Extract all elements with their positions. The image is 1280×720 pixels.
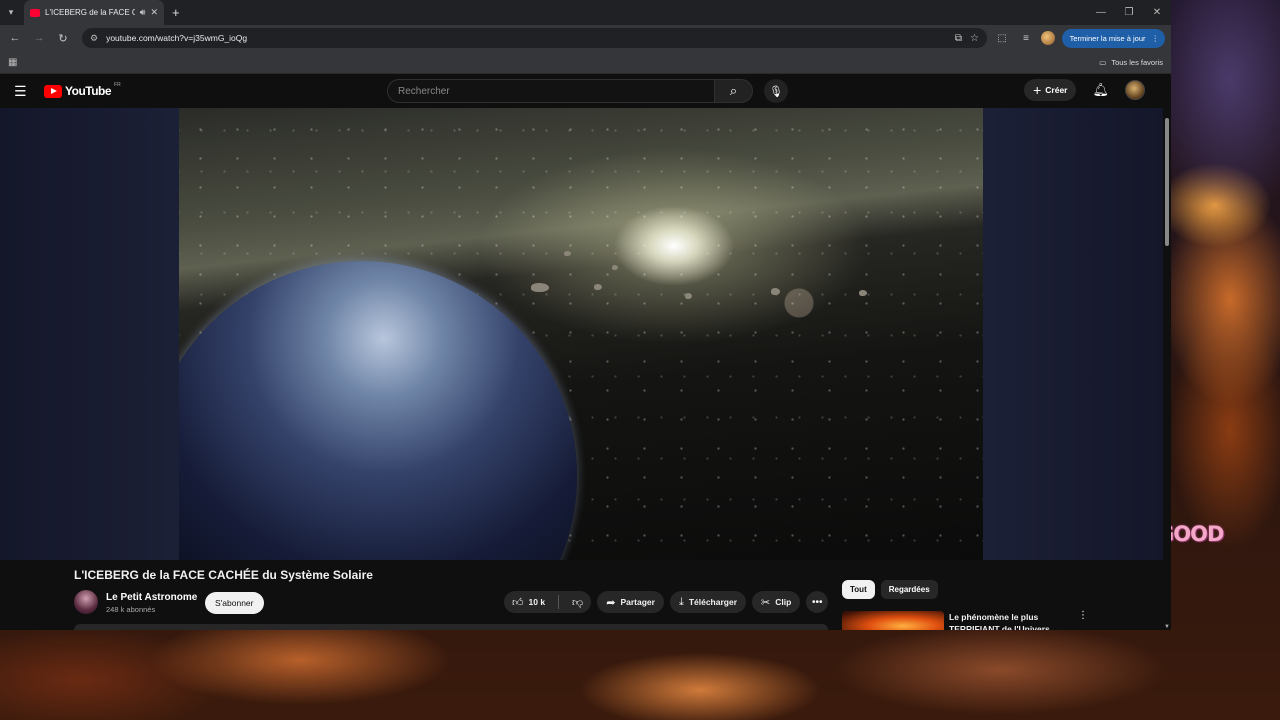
scrollbar-thumb[interactable] (1165, 118, 1169, 246)
dislike-button[interactable]: 👎︎ (564, 591, 591, 613)
asteroid (564, 251, 571, 256)
update-button[interactable]: Terminer la mise à jour ⋮ (1061, 28, 1165, 48)
tab-strip: ▾ L'ICEBERG de la FACE CACHÉE du Système… (0, 0, 1171, 25)
profile-icon[interactable] (1041, 31, 1055, 45)
chevron-down-icon[interactable]: ▾ (0, 0, 22, 25)
youtube-logo[interactable]: YouTube FR (44, 82, 121, 98)
recommendation-chips: Tout Regardées (842, 580, 938, 599)
clip-label: Clip (775, 597, 792, 607)
like-dislike-group: 👍︎ 10 k 👎︎ (504, 591, 592, 613)
recommended-title[interactable]: Le phénomène le plus TERRIFIANT de l'Uni… (949, 611, 1069, 630)
divider (558, 595, 560, 609)
arrow-left-icon[interactable]: ← (6, 32, 24, 44)
address-bar[interactable]: ⚙︎ youtube.com/watch?v=j35wmG_ioQg ⧉ ☆ (82, 28, 987, 48)
share-button[interactable]: ➦ Partager (597, 591, 664, 613)
scroll-down-arrow-icon[interactable]: ▼ (1163, 624, 1171, 630)
site-info-icon[interactable]: ⚙︎ (90, 33, 98, 44)
tab-title: L'ICEBERG de la FACE CACHÉE du Système S… (45, 8, 135, 17)
minimize-icon[interactable]: — (1087, 0, 1115, 25)
folder-icon: ▭ (1099, 57, 1107, 67)
search-bar: ⌕ 🎙︎ (387, 79, 788, 103)
search-icon[interactable]: ⌕ (714, 79, 753, 103)
ambient-glow-left (0, 108, 179, 560)
browser-window: ▾ L'ICEBERG de la FACE CACHÉE du Système… (0, 0, 1171, 630)
close-icon[interactable]: ✕ (150, 7, 158, 18)
extensions-icon[interactable]: ⬚ (993, 33, 1011, 44)
new-tab-icon[interactable]: + (172, 5, 180, 20)
asteroid (531, 283, 549, 292)
apps-grid-icon[interactable]: ▦ (8, 57, 17, 68)
avatar[interactable] (1125, 80, 1145, 100)
more-actions-icon[interactable]: ••• (806, 591, 829, 613)
bell-icon[interactable]: 🔔︎ (1092, 82, 1109, 98)
create-button[interactable]: + Créer (1024, 79, 1077, 101)
window-controls: — ❐ ✕ (1087, 0, 1171, 25)
browser-toolbar: ← → ↻ ⚙︎ youtube.com/watch?v=j35wmG_ioQg… (0, 25, 1171, 51)
video-player[interactable] (0, 108, 1163, 560)
region-code: FR (114, 82, 121, 88)
chip-watched[interactable]: Regardées (880, 580, 938, 599)
page-scrollbar[interactable]: ▼ (1163, 108, 1171, 630)
search-input[interactable] (387, 79, 714, 103)
mic-icon[interactable]: 🎙︎ (764, 79, 788, 103)
clip-button[interactable]: ✂︎ Clip (752, 591, 801, 613)
subscribe-button[interactable]: S'abonner (205, 592, 264, 614)
plus-icon: + (1033, 82, 1042, 98)
speaker-icon[interactable]: 🔊︎ (140, 7, 146, 18)
update-button-label: Terminer la mise à jour (1069, 33, 1146, 43)
video-title: L'ICEBERG de la FACE CACHÉE du Système S… (74, 568, 373, 582)
asteroid (685, 293, 692, 299)
asteroid (859, 290, 867, 296)
create-label: Créer (1045, 85, 1068, 95)
close-window-icon[interactable]: ✕ (1143, 0, 1171, 25)
share-icon: ➦ (606, 596, 616, 609)
youtube-page: ☰ YouTube FR ⌕ 🎙︎ + Créer 🔔︎ (0, 74, 1171, 630)
thumbs-down-icon: 👎︎ (572, 596, 584, 609)
all-bookmarks-label: Tous les favoris (1111, 57, 1163, 67)
video-actions: 👍︎ 10 k 👎︎ ➦ Partager ⤓ Télécharger ✂︎ C… (504, 591, 829, 613)
download-icon: ⤓ (678, 595, 684, 608)
channel-avatar[interactable] (74, 590, 98, 614)
asteroid (771, 288, 780, 295)
youtube-logo-text: YouTube (65, 84, 112, 98)
recommended-video[interactable]: Le phénomène le plus TERRIFIANT de l'Uni… (842, 610, 1092, 630)
media-controls-icon[interactable]: ≡ (1017, 33, 1035, 44)
channel-name[interactable]: Le Petit Astronome (106, 592, 197, 603)
ambient-glow-right (983, 108, 1163, 560)
download-button[interactable]: ⤓ Télécharger (669, 591, 747, 613)
header-actions: + Créer 🔔︎ (1024, 79, 1145, 101)
star-icon[interactable]: ☆ (970, 33, 979, 44)
url-text: youtube.com/watch?v=j35wmG_ioQg (106, 33, 248, 43)
reload-icon[interactable]: ↻ (54, 32, 72, 45)
youtube-play-logo-icon (44, 84, 62, 98)
video-frame[interactable] (179, 108, 983, 560)
bookmarks-bar: ▦ ▭ Tous les favoris (0, 51, 1171, 74)
description-box[interactable] (74, 624, 828, 630)
kebab-menu-icon[interactable]: ⋮ (1078, 610, 1088, 621)
asteroid (594, 284, 602, 290)
like-button[interactable]: 👍︎ 10 k (504, 591, 553, 613)
recommended-thumbnail[interactable] (842, 611, 944, 630)
browser-tab[interactable]: L'ICEBERG de la FACE CACHÉE du Système S… (24, 0, 164, 25)
scissors-icon: ✂︎ (761, 596, 771, 609)
chip-all[interactable]: Tout (842, 580, 875, 599)
subscriber-count: 248 k abonnés (106, 605, 156, 614)
youtube-favicon-icon (30, 8, 40, 17)
download-label: Télécharger (688, 597, 738, 607)
hamburger-menu-icon[interactable]: ☰ (14, 83, 30, 100)
arrow-right-icon[interactable]: → (30, 32, 48, 44)
thumbs-up-icon: 👍︎ (512, 596, 524, 609)
youtube-header: ☰ YouTube FR ⌕ 🎙︎ + Créer 🔔︎ (0, 74, 1171, 108)
channel-row: Le Petit Astronome 248 k abonnés S'abonn… (74, 588, 834, 618)
install-app-icon[interactable]: ⧉ (955, 33, 962, 44)
share-label: Partager (620, 597, 655, 607)
asteroid (612, 265, 618, 270)
restore-icon[interactable]: ❐ (1115, 0, 1143, 25)
all-bookmarks-folder[interactable]: ▭ Tous les favoris (1099, 58, 1163, 67)
kebab-menu-icon: ⋮ (1151, 33, 1160, 43)
like-count: 10 k (528, 597, 546, 607)
